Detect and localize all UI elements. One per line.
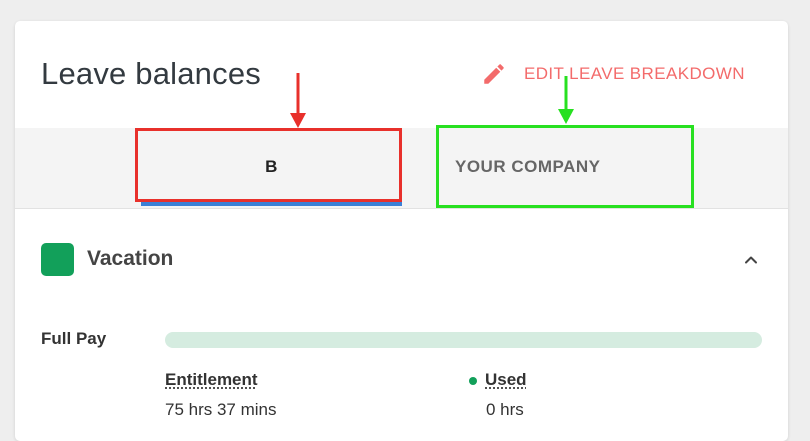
used-indicator-dot: [469, 376, 477, 385]
tabs-bar: B YOUR COMPANY: [15, 128, 788, 209]
entitlement-label[interactable]: Entitlement: [165, 370, 277, 390]
pencil-icon: [484, 64, 504, 84]
entitlement-stat: Entitlement 75 hrs 37 mins: [165, 370, 277, 420]
full-pay-label: Full Pay: [41, 329, 107, 348]
used-label[interactable]: Used: [485, 370, 527, 389]
chevron-up-icon[interactable]: [741, 250, 761, 270]
used-stat: Used 0 hrs: [469, 370, 527, 420]
tab-your-company[interactable]: YOUR COMPANY: [455, 128, 715, 206]
leave-balances-card: Leave balances EDIT LEAVE BREAKDOWN B YO…: [15, 21, 788, 441]
vacation-label: Vacation: [87, 247, 174, 270]
edit-leave-breakdown-button[interactable]: EDIT LEAVE BREAKDOWN: [481, 59, 745, 89]
used-value: 0 hrs: [486, 400, 524, 419]
full-pay-progress-bar: [165, 332, 762, 348]
vacation-color-swatch: [41, 242, 74, 276]
page-title: Leave balances: [41, 56, 261, 91]
entitlement-value: 75 hrs 37 mins: [165, 400, 277, 419]
vacation-section-header[interactable]: Vacation: [41, 242, 761, 276]
edit-leave-breakdown-label: EDIT LEAVE BREAKDOWN: [524, 64, 745, 83]
active-tab-indicator: [141, 202, 402, 206]
tab-b[interactable]: B: [141, 128, 402, 206]
